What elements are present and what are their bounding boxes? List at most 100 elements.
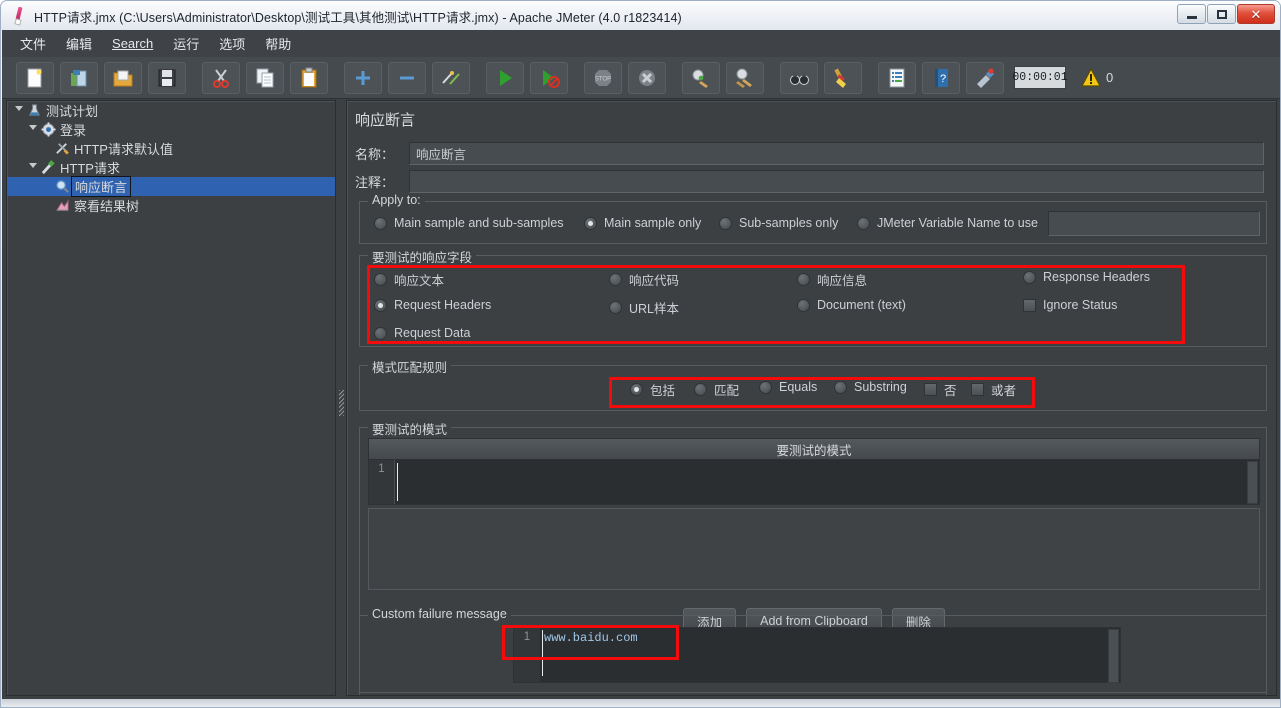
radio-response-message[interactable]: 响应信息 <box>797 270 867 289</box>
start-no-timers-icon <box>543 69 560 88</box>
option-label: Request Headers <box>394 298 492 312</box>
split-divider-grip[interactable] <box>339 390 344 416</box>
option-label: 响应代码 <box>629 274 680 288</box>
radio-document-text[interactable]: Document (text) <box>797 298 906 312</box>
tree-node-response-assertion[interactable]: 响应断言 <box>7 176 335 197</box>
test-plan-tree[interactable]: 测试计划 登录 HTTP请求默认值 HTTP请求 响应断言 察看结果树 <box>6 100 336 696</box>
option-label: 响应文本 <box>394 274 445 288</box>
patterns-table[interactable]: 1 <box>368 460 1260 505</box>
text-caret <box>397 463 398 501</box>
custom-failure-scrollbar[interactable] <box>1108 629 1119 683</box>
code-line-text: www.baidu.com <box>544 631 638 645</box>
search-reset-icon <box>834 68 846 88</box>
tree-node-http-defaults[interactable]: HTTP请求默认值 <box>7 139 335 158</box>
shutdown-icon <box>639 69 655 86</box>
twisty-open-icon[interactable] <box>27 125 39 134</box>
open-button[interactable] <box>104 61 142 94</box>
window-controls: ✕ <box>1177 4 1275 24</box>
radio-response-headers[interactable]: Response Headers <box>1023 270 1150 284</box>
radio-icon <box>609 273 622 286</box>
clear-all-button[interactable] <box>726 61 764 94</box>
radio-response-code[interactable]: 响应代码 <box>609 270 679 289</box>
menu-item-run[interactable]: 运行 <box>163 31 209 56</box>
help-button[interactable]: ? <box>922 61 960 94</box>
custom-failure-editor[interactable]: 1 www.baidu.com <box>513 627 1121 683</box>
close-button[interactable]: ✕ <box>1237 4 1275 24</box>
option-label: 匹配 <box>714 384 740 398</box>
new-button[interactable] <box>16 61 54 94</box>
tree-node-label: HTTP请求 <box>60 161 120 176</box>
collapse-all-button[interactable] <box>388 61 426 94</box>
paste-button[interactable] <box>290 61 328 94</box>
radio-matches[interactable]: 匹配 <box>694 380 739 399</box>
function-helper-button[interactable] <box>878 61 916 94</box>
menu-item-help[interactable]: 帮助 <box>255 31 301 56</box>
option-label: Document (text) <box>817 298 906 312</box>
start-no-timers-button[interactable] <box>530 61 568 94</box>
radio-icon <box>374 326 387 340</box>
radio-contains[interactable]: 包括 <box>630 380 675 399</box>
tree-node-test-plan[interactable]: 测试计划 <box>7 101 335 120</box>
maximize-button[interactable] <box>1207 4 1236 24</box>
warning-indicator[interactable]: 0 <box>1080 67 1113 89</box>
copy-icon <box>256 68 274 87</box>
window-title: HTTP请求.jmx (C:\Users\Administrator\Deskt… <box>34 10 682 25</box>
code-content[interactable]: www.baidu.com <box>540 628 1120 682</box>
twisty-open-icon[interactable] <box>27 163 39 172</box>
clear-button[interactable] <box>682 61 720 94</box>
new-icon <box>27 68 42 87</box>
split-divider[interactable] <box>337 100 346 696</box>
option-label: Response Headers <box>1043 270 1151 284</box>
radio-icon <box>719 216 732 230</box>
expand-all-icon <box>356 70 370 85</box>
response-field-group: 要测试的响应字段 响应文本 响应代码 响应信息 Response Headers <box>359 247 1267 347</box>
pencil-icon <box>8 5 30 27</box>
menu-item-edit[interactable]: 编辑 <box>56 31 102 56</box>
menu-item-search[interactable]: Search <box>102 33 163 54</box>
toggle-button[interactable] <box>432 61 470 94</box>
stop-button[interactable]: STOP <box>584 61 622 94</box>
radio-request-headers[interactable]: Request Headers <box>374 298 491 312</box>
radio-jmeter-variable-name[interactable]: JMeter Variable Name to use <box>857 216 1038 230</box>
radio-main-sample-and-sub-samples[interactable]: Main sample and sub-samples <box>374 216 564 230</box>
radio-icon <box>694 383 707 396</box>
option-label: Main sample and sub-samples <box>394 216 564 230</box>
templates-button[interactable] <box>60 61 98 94</box>
save-button[interactable] <box>148 61 186 94</box>
toolbar: STOP ? 00:00:01 0 <box>2 57 1280 99</box>
radio-url-sample[interactable]: URL样本 <box>609 298 679 317</box>
patterns-scrollbar[interactable] <box>1247 461 1258 504</box>
minimize-button[interactable] <box>1177 4 1206 24</box>
radio-substring[interactable]: Substring <box>834 380 907 394</box>
radio-sub-samples-only[interactable]: Sub-samples only <box>719 216 838 230</box>
copy-button[interactable] <box>246 61 284 94</box>
search-reset-button[interactable] <box>824 61 862 94</box>
start-button[interactable] <box>486 61 524 94</box>
radio-equals[interactable]: Equals <box>759 380 817 394</box>
shutdown-button[interactable] <box>628 61 666 94</box>
radio-icon <box>374 216 387 230</box>
tree-node-view-results-tree[interactable]: 察看结果树 <box>7 196 335 215</box>
radio-response-text[interactable]: 响应文本 <box>374 270 444 289</box>
tree-node-http-sampler[interactable]: HTTP请求 <box>7 158 335 177</box>
twisty-open-icon[interactable] <box>13 106 25 115</box>
search-button[interactable] <box>780 61 818 94</box>
jmeter-variable-input[interactable] <box>1048 211 1260 236</box>
undo-redo-button[interactable] <box>966 61 1004 94</box>
menu-item-options[interactable]: 选项 <box>209 31 255 56</box>
tree-node-thread-group[interactable]: 登录 <box>7 120 335 139</box>
expand-all-button[interactable] <box>344 61 382 94</box>
checkbox-not[interactable]: 否 <box>924 380 957 399</box>
name-input[interactable]: 响应断言 <box>409 142 1264 165</box>
clear-icon <box>692 69 708 88</box>
pattern-cell[interactable] <box>395 460 1259 504</box>
cut-icon <box>213 68 229 88</box>
comment-input[interactable] <box>409 170 1264 193</box>
checkbox-or[interactable]: 或者 <box>971 380 1016 399</box>
radio-request-data[interactable]: Request Data <box>374 326 470 340</box>
radio-main-sample-only[interactable]: Main sample only <box>584 216 701 230</box>
cut-button[interactable] <box>202 61 240 94</box>
checkbox-ignore-status[interactable]: Ignore Status <box>1023 298 1117 312</box>
menu-item-file[interactable]: 文件 <box>10 31 56 56</box>
option-label: 包括 <box>650 384 676 398</box>
